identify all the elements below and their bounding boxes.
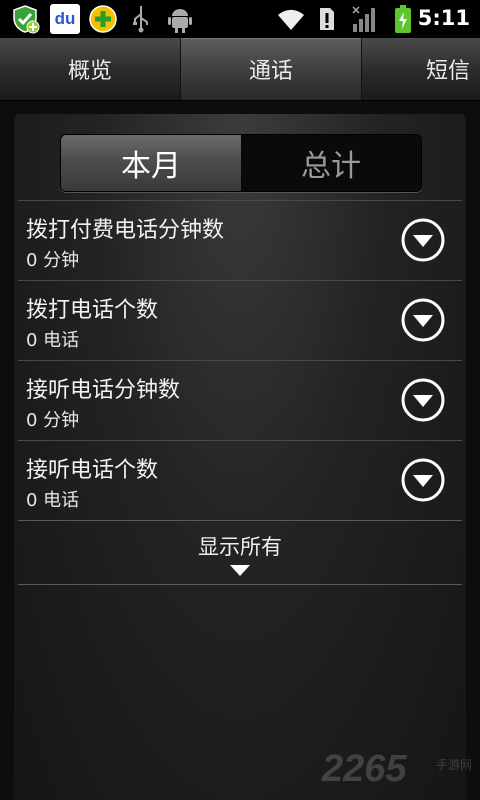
expand-arrow-icon[interactable]	[400, 457, 446, 503]
period-segment-control: 本月 总计	[60, 134, 422, 192]
row-value: 0 分钟	[26, 250, 80, 271]
android-debug-icon	[168, 9, 192, 33]
signal-icon	[352, 6, 375, 32]
show-all-button[interactable]: 显示所有	[18, 521, 462, 585]
list-item[interactable]: 接听电话分钟数 0 分钟	[18, 360, 462, 440]
divider	[18, 440, 462, 441]
tab-bar: 概览 通话 短信	[0, 38, 480, 101]
caret-down-icon	[230, 565, 250, 576]
tab-overview[interactable]: 概览	[0, 38, 180, 100]
row-title: 接听电话个数	[26, 458, 159, 483]
alert-icon	[320, 8, 334, 30]
security-shield-icon	[13, 5, 40, 34]
show-all-label: 显示所有	[198, 535, 282, 559]
divider	[18, 360, 462, 361]
wifi-icon	[278, 9, 304, 30]
segment-this-month[interactable]: 本月	[61, 135, 241, 191]
watermark-sub: 手游网	[435, 758, 472, 772]
list-item[interactable]: 拨打电话个数 0 电话	[18, 280, 462, 360]
list-item[interactable]: 接听电话个数 0 电话	[18, 440, 462, 520]
battery-charging-icon	[395, 5, 411, 33]
row-title: 接听电话分钟数	[26, 378, 181, 403]
expand-arrow-icon[interactable]	[400, 377, 446, 423]
divider	[18, 584, 462, 585]
du-label: du	[54, 9, 76, 28]
expand-arrow-icon[interactable]	[400, 217, 446, 263]
usb-icon	[133, 6, 148, 33]
row-value: 0 分钟	[26, 410, 80, 431]
tab-calls[interactable]: 通话	[180, 38, 362, 100]
row-value: 0 电话	[26, 490, 80, 511]
clock: 5:11	[417, 6, 470, 30]
row-title: 拨打电话个数	[26, 298, 159, 323]
watermark-number: 2265	[322, 748, 407, 790]
baidu-du-icon: du	[50, 4, 80, 34]
list-item[interactable]: 拨打付费电话分钟数 0 分钟	[18, 200, 462, 280]
expand-arrow-icon[interactable]	[400, 297, 446, 343]
divider	[18, 280, 462, 281]
tab-sms[interactable]: 短信	[360, 38, 480, 100]
divider	[18, 200, 462, 201]
watermark-logo: 2265 手游网	[322, 748, 472, 792]
plus-app-icon	[89, 5, 117, 33]
row-title: 拨打付费电话分钟数	[26, 218, 225, 243]
status-bar: du 5:11	[0, 0, 480, 38]
row-value: 0 电话	[26, 330, 80, 351]
segment-total[interactable]: 总计	[241, 135, 421, 191]
